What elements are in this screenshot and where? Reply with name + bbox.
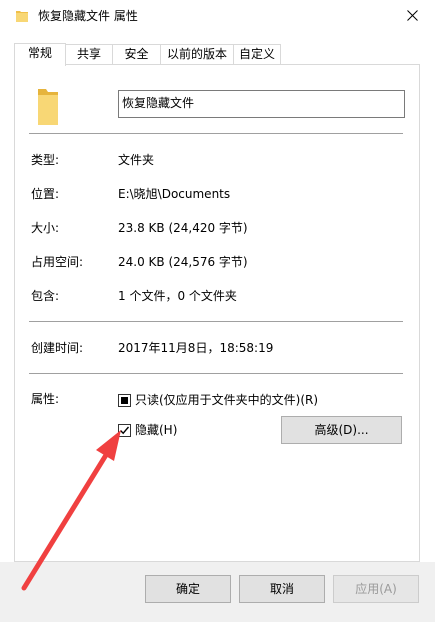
- size-on-disk-value: 24.0 KB (24,576 字节): [118, 255, 248, 269]
- attributes-label: 属性:: [31, 392, 60, 406]
- created-label: 创建时间:: [31, 341, 84, 355]
- tab-previous-versions[interactable]: 以前的版本: [160, 44, 234, 65]
- created-value: 2017年11月8日，18:58:19: [118, 341, 274, 355]
- separator: [29, 321, 403, 322]
- close-button[interactable]: [389, 0, 435, 31]
- size-label: 大小:: [31, 221, 60, 235]
- contains-value: 1 个文件，0 个文件夹: [118, 289, 237, 303]
- tab-sharing[interactable]: 共享: [65, 44, 113, 65]
- close-icon: [406, 10, 418, 21]
- contains-label: 包含:: [31, 289, 60, 303]
- hidden-checkbox[interactable]: [118, 424, 131, 437]
- tab-customize[interactable]: 自定义: [233, 44, 281, 65]
- ok-button[interactable]: 确定: [145, 575, 231, 603]
- window-title: 恢复隐藏文件 属性: [38, 9, 138, 23]
- title-bar: 恢复隐藏文件 属性: [0, 0, 435, 31]
- separator: [29, 133, 403, 134]
- folder-icon: [16, 11, 28, 22]
- type-label: 类型:: [31, 153, 60, 167]
- checkmark-icon: [120, 426, 130, 435]
- tab-general[interactable]: 常规: [14, 43, 66, 66]
- general-panel: 恢复隐藏文件 类型: 文件夹 位置: E:\晓旭\Documents 大小: 2…: [14, 64, 420, 562]
- size-on-disk-label: 占用空间:: [31, 255, 84, 269]
- separator: [29, 373, 403, 374]
- advanced-button[interactable]: 高级(D)...: [281, 416, 402, 444]
- readonly-label: 只读(仅应用于文件夹中的文件)(R): [135, 393, 319, 407]
- cancel-button[interactable]: 取消: [239, 575, 325, 603]
- tab-security[interactable]: 安全: [112, 44, 161, 65]
- location-value: E:\晓旭\Documents: [118, 187, 231, 201]
- apply-button[interactable]: 应用(A): [333, 575, 419, 603]
- folder-name-input[interactable]: 恢复隐藏文件: [118, 90, 405, 118]
- size-value: 23.8 KB (24,420 字节): [118, 221, 248, 235]
- type-value: 文件夹: [118, 153, 155, 167]
- location-label: 位置:: [31, 187, 60, 201]
- folder-icon: [38, 89, 58, 125]
- readonly-checkbox[interactable]: [118, 394, 131, 407]
- hidden-label: 隐藏(H): [135, 423, 178, 437]
